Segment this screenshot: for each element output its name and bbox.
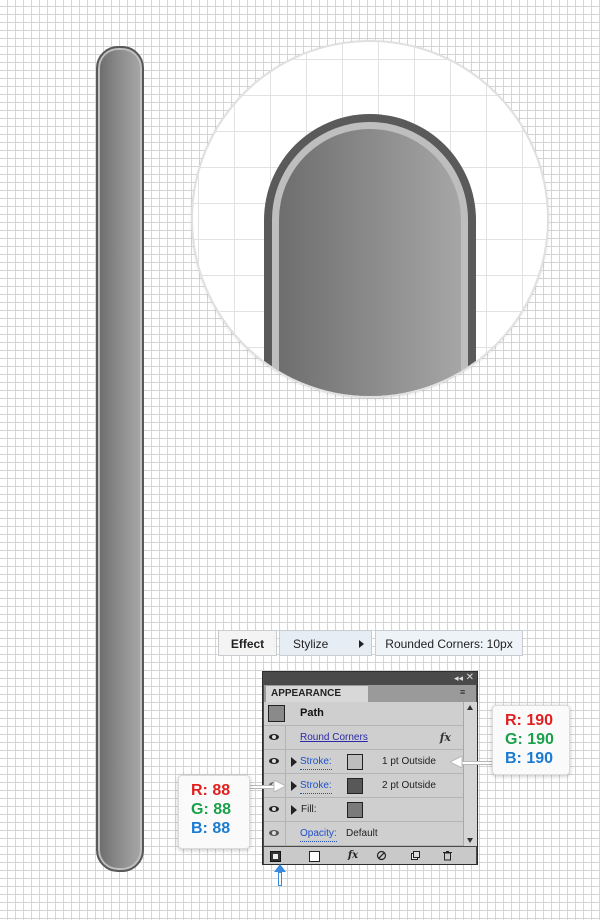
callout-light-blue: B: 190 xyxy=(505,750,554,767)
callout-88-arrow-icon xyxy=(273,780,287,792)
stroke-row-1[interactable]: Stroke: 1 pt Outside xyxy=(264,750,463,774)
fill-eye-cell[interactable] xyxy=(264,798,286,821)
color-callout-dark: R: 88 G: 88 B: 88 xyxy=(178,775,250,849)
fill-label[interactable]: Fill: xyxy=(301,798,317,822)
fill-color-swatch[interactable] xyxy=(347,802,363,818)
callout-light-green: G: 190 xyxy=(505,731,554,748)
panel-title-bar[interactable]: ◂◂ ✕ xyxy=(263,672,477,684)
rounded-corners-menu-item[interactable]: Rounded Corners: 10px xyxy=(375,630,523,656)
eye-icon[interactable] xyxy=(269,806,279,812)
zoomed-shape-fill xyxy=(279,129,461,396)
effect-menu-label[interactable]: Effect xyxy=(218,630,277,656)
fx-icon[interactable]: fx xyxy=(440,726,451,750)
duplicate-item-icon[interactable] xyxy=(410,850,421,861)
color-callout-light: R: 190 G: 190 B: 190 xyxy=(492,705,570,775)
stylize-label: Stylize xyxy=(293,637,329,651)
eye-icon[interactable] xyxy=(269,758,279,764)
zoomed-shape-inner-stroke xyxy=(272,122,468,396)
callout-light-red: R: 190 xyxy=(505,712,554,729)
opacity-row[interactable]: Opacity: Default xyxy=(264,822,463,846)
zoom-detail-circle xyxy=(193,42,547,396)
stroke-2-value: 2 pt Outside xyxy=(382,780,436,791)
stroke-1-eye-cell[interactable] xyxy=(264,750,286,773)
stroke-2-color-swatch[interactable] xyxy=(347,778,363,794)
scroll-down-icon[interactable] xyxy=(467,838,473,843)
submenu-arrow-icon xyxy=(359,640,364,648)
callout-190-connector xyxy=(462,761,492,765)
stylize-menu-item[interactable]: Stylize xyxy=(279,630,372,656)
appearance-panel: ◂◂ ✕ APPEARANCE ≡ Path Round Corners fx xyxy=(262,671,478,865)
zoomed-shape-outer-stroke xyxy=(264,114,476,396)
callout-dark-blue: B: 88 xyxy=(191,820,231,837)
callout-dark-green: G: 88 xyxy=(191,801,232,818)
eye-icon[interactable] xyxy=(269,830,279,836)
appearance-list: Path Round Corners fx Stroke: 1 pt Outsi… xyxy=(264,702,463,846)
stroke-1-label[interactable]: Stroke: xyxy=(300,755,332,770)
path-thumbnail xyxy=(268,705,285,722)
pointer-arrow-icon xyxy=(274,864,286,886)
stroke-1-color-swatch[interactable] xyxy=(347,754,363,770)
path-label: Path xyxy=(300,707,324,719)
pointer-arrow-head xyxy=(274,864,286,872)
add-new-stroke-icon[interactable] xyxy=(270,851,281,862)
round-corners-eye-cell[interactable] xyxy=(264,726,286,749)
opacity-label[interactable]: Opacity: xyxy=(300,827,337,842)
fill-row[interactable]: Fill: xyxy=(264,798,463,822)
clear-appearance-icon[interactable] xyxy=(376,850,387,861)
pointer-arrow-shaft xyxy=(278,872,282,886)
disclosure-triangle-icon[interactable] xyxy=(291,805,297,815)
round-corners-row[interactable]: Round Corners fx xyxy=(264,726,463,750)
tab-appearance[interactable]: APPEARANCE xyxy=(266,686,368,702)
opacity-eye-cell[interactable] xyxy=(264,822,286,845)
path-row[interactable]: Path xyxy=(264,702,463,726)
add-effect-fx-icon[interactable]: fx xyxy=(344,850,362,861)
delete-item-icon[interactable] xyxy=(442,850,453,861)
stroke-1-value: 1 pt Outside xyxy=(382,756,436,767)
opacity-value: Default xyxy=(346,828,378,839)
rounded-bar-shape xyxy=(96,46,144,872)
callout-88-connector xyxy=(250,785,275,789)
panel-tab-row: APPEARANCE ≡ xyxy=(264,685,476,702)
panel-footer-toolbar: fx xyxy=(264,847,476,864)
round-corners-link[interactable]: Round Corners xyxy=(300,726,368,750)
callout-190-arrow-icon xyxy=(450,756,463,768)
panel-menu-icon[interactable]: ≡ xyxy=(460,687,472,697)
collapse-icon[interactable]: ◂◂ xyxy=(454,672,463,684)
path-thumbnail-cell xyxy=(264,702,286,725)
add-new-fill-icon[interactable] xyxy=(309,851,320,862)
stroke-2-label[interactable]: Stroke: xyxy=(300,779,332,794)
stroke-row-2[interactable]: Stroke: 2 pt Outside xyxy=(264,774,463,798)
eye-icon[interactable] xyxy=(269,734,279,740)
scroll-up-icon[interactable] xyxy=(467,705,473,710)
disclosure-triangle-icon[interactable] xyxy=(291,757,297,767)
close-icon[interactable]: ✕ xyxy=(466,672,474,684)
disclosure-triangle-icon[interactable] xyxy=(291,781,297,791)
panel-scrollbar[interactable] xyxy=(463,702,477,846)
callout-dark-red: R: 88 xyxy=(191,782,231,799)
